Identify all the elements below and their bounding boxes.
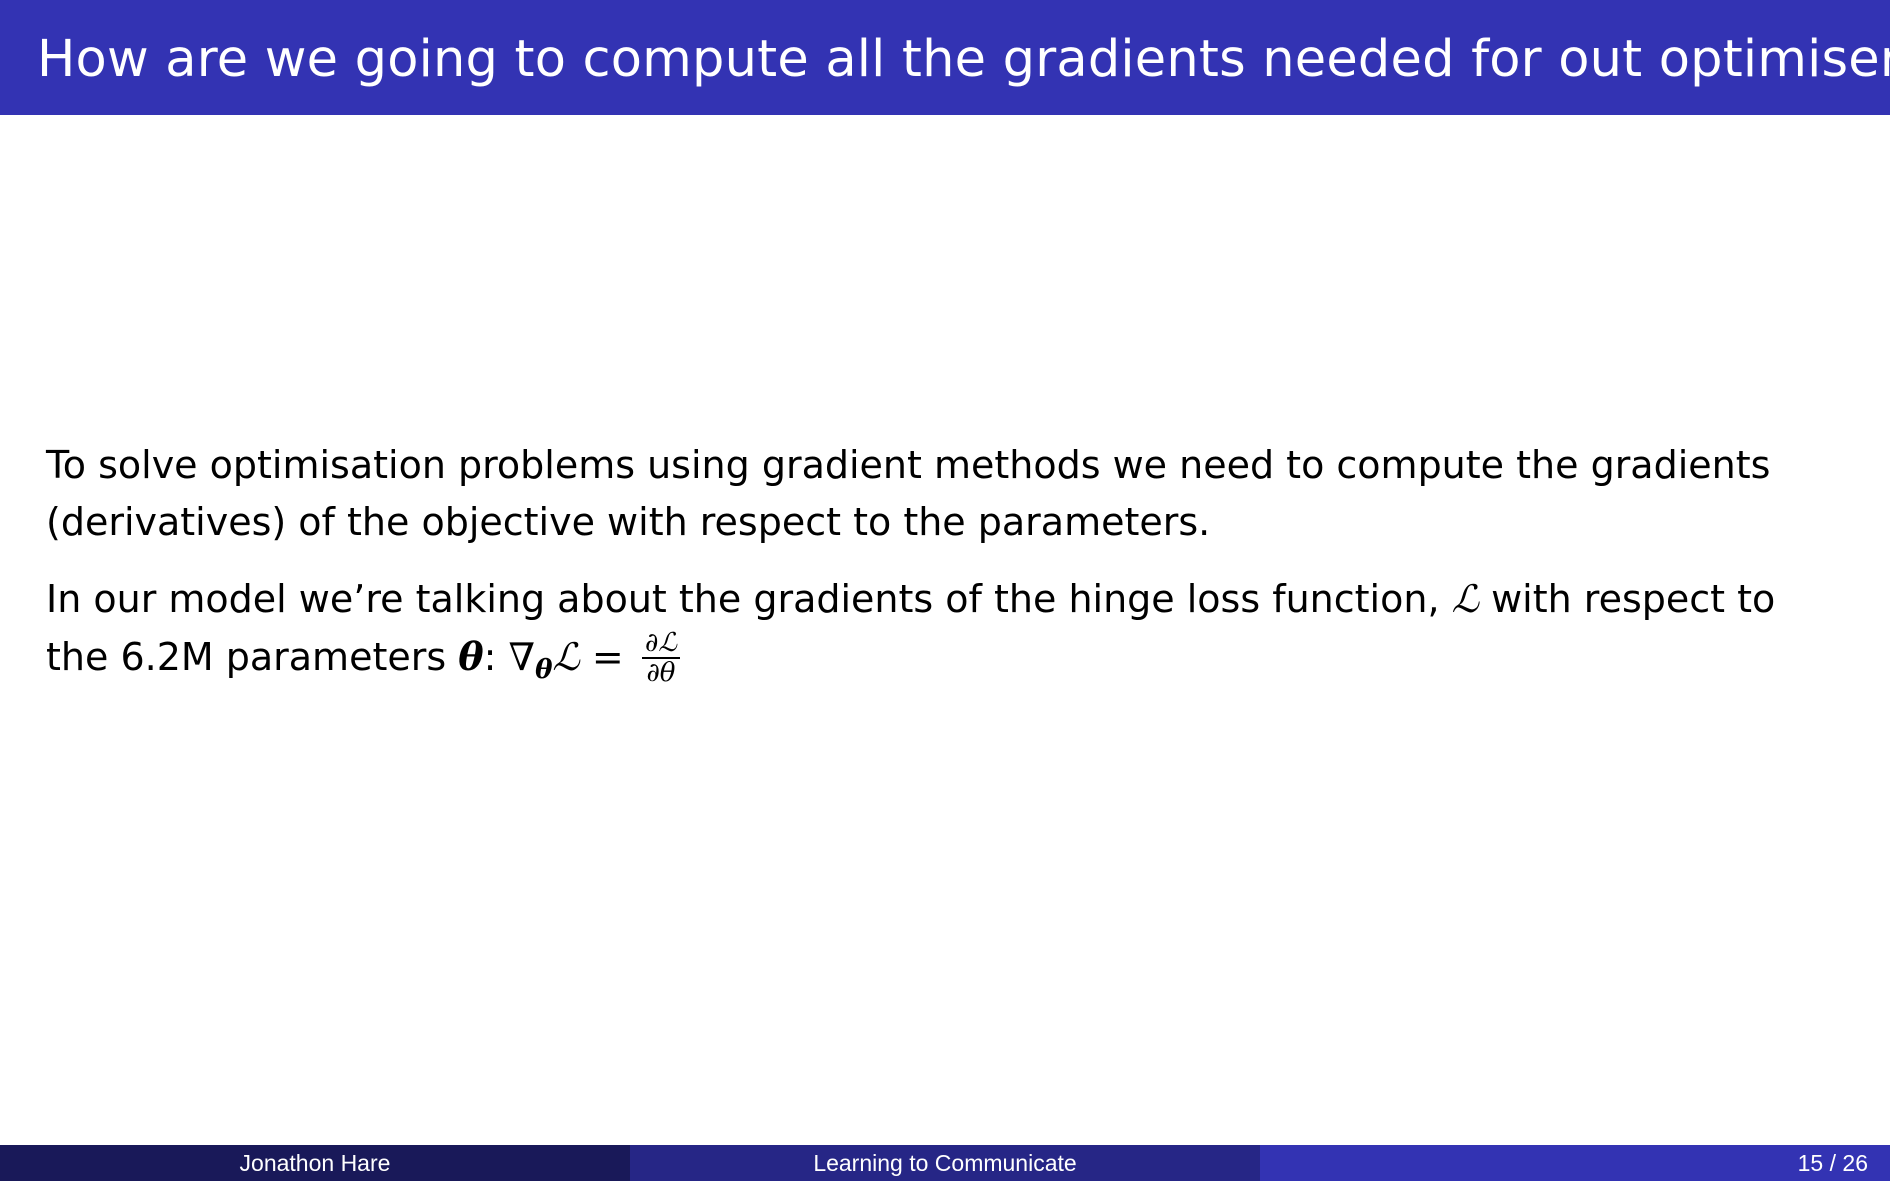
slide-title-bar: How are we going to compute all the grad… [0, 0, 1890, 115]
footer-talk-title: Learning to Communicate [813, 1149, 1077, 1176]
footer-page-segment: 15 / 26 [1260, 1145, 1890, 1181]
theta-symbol: θ [458, 634, 484, 679]
colon: : [483, 635, 497, 679]
loss-symbol: ℒ [1451, 577, 1479, 621]
fraction-numerator: ∂ℒ [641, 629, 680, 659]
nabla-subscript-theta: θ [535, 655, 553, 685]
nabla-symbol: ∇ [508, 635, 536, 679]
page-current: 15 [1797, 1149, 1824, 1176]
footer-author-segment: Jonathon Hare [0, 1145, 630, 1181]
gradient-loss-symbol: ℒ [552, 635, 580, 679]
slide-title: How are we going to compute all the grad… [37, 30, 1890, 89]
paragraph-gradients: In our model we’re talking about the gra… [46, 571, 1846, 699]
equals-sign: = [591, 635, 624, 679]
fraction-denominator: ∂θ [646, 657, 676, 688]
paragraph-optimisation: To solve optimisation problems using gra… [46, 443, 1771, 544]
footer-author: Jonathon Hare [239, 1149, 391, 1176]
footer-title-segment: Learning to Communicate [630, 1145, 1260, 1181]
slide-footer: Jonathon Hare Learning to Communicate 15… [0, 1145, 1890, 1181]
page-separator: / [1829, 1149, 1837, 1176]
partial-derivative-fraction: ∂ℒ ∂θ [641, 629, 680, 688]
slide-body: To solve optimisation problems using gra… [46, 437, 1846, 699]
paragraph-text-before-loss: In our model we’re talking about the gra… [46, 577, 1440, 621]
page-total: 26 [1842, 1149, 1868, 1176]
